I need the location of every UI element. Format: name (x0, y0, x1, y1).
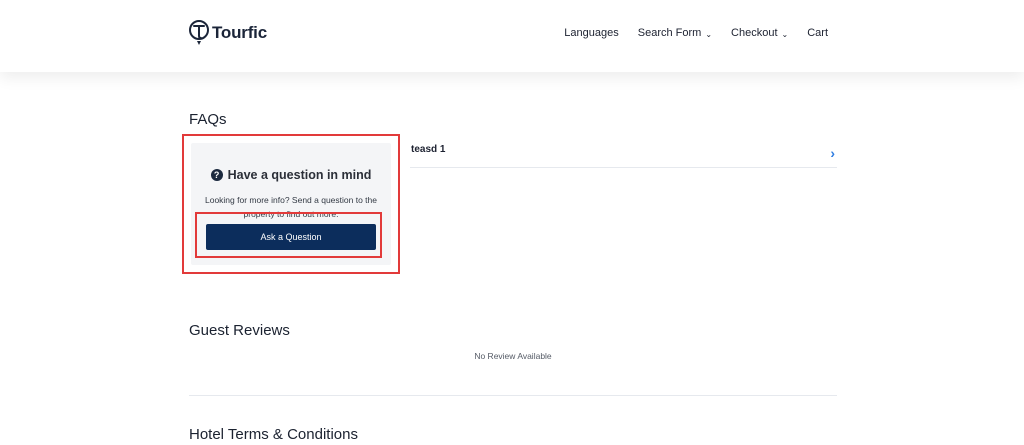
nav-item-languages[interactable]: Languages (564, 27, 618, 39)
nav-item-label: Cart (807, 27, 828, 39)
nav-item-label: Languages (564, 27, 619, 39)
guest-reviews-title: Guest Reviews (189, 322, 290, 339)
terms-title: Hotel Terms & Conditions (189, 426, 358, 443)
ask-heading-text: Have a question in mind (227, 168, 372, 182)
chevron-down-icon: ⌄ (781, 29, 789, 39)
nav-item-search-form[interactable]: Search Form ⌄ (638, 27, 712, 39)
logo-text: Tourfic (212, 23, 267, 42)
ask-heading: ? Have a question in mind (191, 168, 391, 182)
no-review-text: No Review Available (474, 351, 552, 361)
nav-item-label: Search Form (637, 27, 702, 39)
faqs-title: FAQs (189, 111, 227, 128)
section-divider (189, 395, 837, 396)
faq-question: teasd 1 (411, 144, 446, 155)
tourfic-logo-icon (189, 20, 209, 45)
site-logo[interactable]: Tourfic (188, 18, 267, 48)
nav-item-label: Checkout (731, 27, 778, 39)
chevron-down-icon: ⌄ (705, 29, 713, 39)
nav-item-checkout[interactable]: Checkout ⌄ (731, 27, 788, 39)
nav-item-cart[interactable]: Cart (807, 27, 828, 39)
site-header: Tourfic Languages Search Form ⌄ Checkout… (0, 0, 1024, 72)
main-nav: Languages Search Form ⌄ Checkout ⌄ Cart (564, 27, 828, 39)
question-circle-icon: ? (210, 169, 223, 181)
ask-question-button[interactable]: Ask a Question (206, 224, 376, 250)
faq-item[interactable]: teasd 1 › (410, 138, 837, 168)
chevron-right-icon[interactable]: › (830, 145, 835, 161)
